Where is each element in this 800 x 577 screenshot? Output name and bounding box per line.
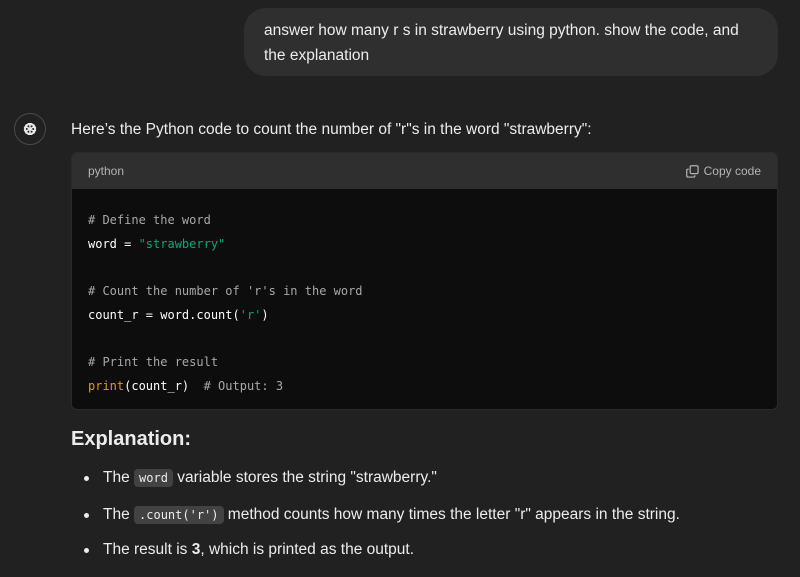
- list-item-text: method counts how many times the letter …: [223, 506, 680, 523]
- explanation-list: The word variable stores the string "str…: [71, 467, 791, 561]
- list-item-text: , which is printed as the output.: [200, 541, 415, 558]
- code-comment: # Count the number of 'r's in the word: [88, 284, 363, 298]
- code-text: count_r = word.count(: [88, 308, 240, 322]
- explanation-heading: Explanation:: [71, 428, 192, 450]
- user-message-bubble: answer how many r s in strawberry using …: [244, 8, 778, 76]
- list-item: The word variable stores the string "str…: [71, 467, 791, 489]
- code-line: # Define the word: [88, 208, 761, 232]
- assistant-avatar: [14, 113, 46, 145]
- inline-code: word: [134, 469, 173, 487]
- code-builtin: print: [88, 379, 125, 393]
- list-item-text: The result is: [103, 541, 192, 558]
- openai-logo-icon: [23, 122, 37, 136]
- code-comment: # Print the result: [88, 355, 219, 369]
- code-comment: # Define the word: [88, 213, 211, 227]
- code-text: (count_r): [124, 379, 190, 393]
- user-message-text: answer how many r s in strawberry using …: [264, 22, 739, 64]
- code-string: 'r': [239, 308, 262, 322]
- copy-code-button[interactable]: Copy code: [685, 164, 761, 178]
- code-line: word = "strawberry": [88, 232, 761, 256]
- list-item-text: variable stores the string "strawberry.": [172, 469, 437, 486]
- code-line: # Print the result: [88, 350, 761, 374]
- assistant-intro-text: Here’s the Python code to count the numb…: [71, 121, 592, 138]
- code-line: # Count the number of 'r's in the word: [88, 279, 761, 303]
- copy-icon: [685, 164, 699, 178]
- code-line: print(count_r) # Output: 3: [88, 374, 761, 398]
- code-block: python Copy code # Define the word word =…: [71, 152, 778, 410]
- code-comment: # Output: 3: [189, 379, 284, 393]
- code-line: count_r = word.count('r'): [88, 303, 761, 327]
- list-item: The result is 3, which is printed as the…: [71, 539, 791, 561]
- code-content: # Define the word word = "strawberry" # Co…: [72, 189, 777, 398]
- list-item-text: The: [103, 506, 135, 523]
- code-text: ): [261, 308, 269, 322]
- list-item: The .count('r') method counts how many t…: [71, 504, 791, 526]
- list-item-text: The: [103, 469, 135, 486]
- code-string: "strawberry": [138, 237, 226, 251]
- code-block-header: python Copy code: [72, 153, 777, 189]
- copy-code-label: Copy code: [703, 164, 761, 178]
- code-text: word =: [88, 237, 139, 251]
- code-language-label: python: [88, 164, 125, 178]
- inline-code: .count('r'): [134, 506, 224, 524]
